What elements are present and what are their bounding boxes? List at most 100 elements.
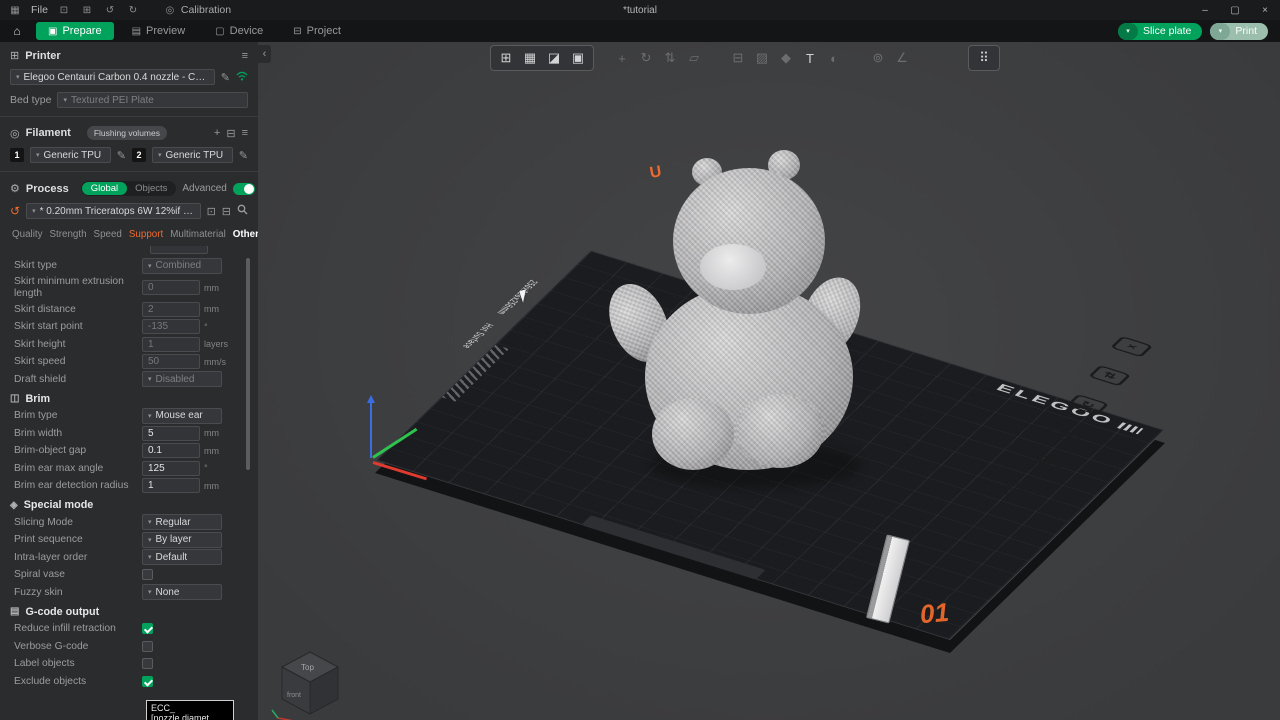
tab-others[interactable]: Others [233,229,258,240]
slice-plate-button[interactable]: ▾ Slice plate [1118,23,1202,40]
delete-preset-icon[interactable]: ⊟ [222,205,231,218]
move-icon[interactable]: + [610,47,634,69]
rotate-icon[interactable]: ↻ [634,47,658,69]
tab-support[interactable]: Support [129,229,163,240]
save-preset-icon[interactable]: ⊡ [207,205,216,218]
maximize-button[interactable]: ▢ [1220,0,1250,20]
print-button[interactable]: ▾ Print [1210,23,1268,40]
add-filament-icon[interactable]: + [214,127,220,139]
flushing-volumes-button[interactable]: Flushing volumes [87,126,167,140]
tab-preview[interactable]: ▤ Preview [120,22,198,40]
arrange-icon[interactable]: ⠿ [972,47,996,69]
calibration-menu[interactable]: ◎ Calibration [163,4,231,16]
settings-list[interactable]: Skirt type ▾ Combined Skirt minimum extr… [0,246,258,711]
tab-speed[interactable]: Speed [94,229,122,240]
home-icon[interactable]: ⌂ [4,22,30,40]
printer-title: Printer [25,50,60,62]
wifi-icon[interactable] [236,71,248,84]
print-sequence-select[interactable]: ▾ By layer [142,532,222,548]
scale-icon[interactable]: ⇅ [658,47,682,69]
reset-preset-icon[interactable]: ↺ [10,204,20,218]
skirt-start-point-input[interactable]: -135 [142,319,200,334]
advanced-toggle[interactable] [233,183,255,195]
redo-icon[interactable]: ↻ [126,5,140,16]
delete-plate-icon[interactable]: × [1110,336,1153,357]
label-objects-checkbox[interactable] [142,658,153,669]
cut-icon[interactable]: ⊟ [726,47,750,69]
skirt-type-select[interactable]: ▾ Combined [142,258,222,274]
partial-input[interactable] [150,246,208,254]
sidebar-collapse-handle[interactable]: ‹ [258,45,271,63]
chevron-down-icon: ▾ [36,151,40,159]
skirt-distance-input[interactable]: 2 [142,302,200,317]
brim-width-input[interactable]: 5 [142,426,200,441]
fuzzy-skin-select[interactable]: ▾ None [142,584,222,600]
slicing-mode-select[interactable]: ▾ Regular [142,514,222,530]
undo-icon[interactable]: ↺ [103,5,117,16]
filament-1-select[interactable]: ▾ Generic TPU [30,147,111,163]
add-primitive-icon[interactable]: ⊞ [494,47,518,69]
edit-printer-icon[interactable]: ✎ [221,71,230,84]
filament-settings-icon[interactable]: ≡ [242,127,248,139]
tab-project[interactable]: ⊟ Project [281,22,353,40]
setting-row-skirt-min-extrusion: Skirt minimum extrusion length 0 mm [0,275,258,301]
edit-filament-1-icon[interactable]: ✎ [117,149,126,162]
assembly-icon[interactable]: ⊚ [866,47,890,69]
filament-slot-2[interactable]: 2 [132,148,146,162]
process-preset-select[interactable]: ▾ * 0.20mm Triceratops 6W 12%if Gyroi... [26,203,201,219]
minimize-button[interactable]: – [1190,0,1220,20]
measure-icon[interactable]: ∠ [890,47,914,69]
close-button[interactable]: × [1250,0,1280,20]
brim-ear-max-angle-input[interactable]: 125 [142,461,200,476]
skirt-speed-input[interactable]: 50 [142,354,200,369]
place-on-face-icon[interactable]: ▱ [682,47,706,69]
file-menu[interactable]: File [31,4,48,16]
tab-multimaterial[interactable]: Multimaterial [170,229,226,240]
seam-paint-icon[interactable]: ◆ [774,47,798,69]
tab-strength[interactable]: Strength [50,229,87,240]
exclude-objects-checkbox[interactable] [142,676,153,687]
reduce-infill-retraction-checkbox[interactable] [142,623,153,634]
print-options-dropdown[interactable]: ▾ [1210,23,1230,40]
auto-orient-icon[interactable]: ◪ [542,47,566,69]
open-icon[interactable]: ⊞ [80,5,94,16]
unit-label: layers [200,339,240,349]
setting-row-brim-ear-max-angle: Brim ear max angle 125 ° [0,460,258,478]
add-plate-icon[interactable]: ▦ [518,47,542,69]
printer-settings-icon[interactable]: ≡ [242,50,248,62]
slice-options-dropdown[interactable]: ▾ [1118,23,1138,40]
bed-type-select[interactable]: ▾ Textured PEI Plate [57,92,248,108]
sidebar-scrollbar[interactable] [246,258,250,470]
scope-objects-button[interactable]: Objects [127,183,175,194]
split-to-objects-icon[interactable]: ▣ [566,47,590,69]
skirt-min-extrusion-input[interactable]: 0 [142,280,200,295]
support-paint-icon[interactable]: ▨ [750,47,774,69]
search-settings-icon[interactable] [237,204,248,218]
verbose-gcode-checkbox[interactable] [142,641,153,652]
tab-prepare[interactable]: ▣ Prepare [36,22,114,40]
viewport-3d[interactable]: ‹ ⊞ ▦ ◪ ▣ + ↻ ⇅ ▱ ⊟ ▨ ◆ T ◐ ⊚ ∠ ⠿ [258,42,1280,720]
edit-filament-2-icon[interactable]: ✎ [239,149,248,162]
intra-layer-order-select[interactable]: ▾ Default [142,549,222,565]
tab-device[interactable]: ▢ Device [203,22,275,40]
brim-type-select[interactable]: ▾ Mouse ear [142,408,222,424]
divider [0,116,258,117]
navigation-cube[interactable]: Top front [270,642,350,720]
remove-filament-icon[interactable]: ⊟ [226,127,235,140]
scope-global-button[interactable]: Global [82,182,127,195]
tab-quality[interactable]: Quality [12,229,43,240]
spiral-vase-checkbox[interactable] [142,569,153,580]
color-paint-icon[interactable]: ◐ [822,47,846,69]
setting-row-skirt-type: Skirt type ▾ Combined [0,257,258,275]
arrange-plate-icon[interactable]: ⇅ [1088,365,1131,386]
text-tool-icon[interactable]: T [798,47,822,69]
filament-2-select[interactable]: ▾ Generic TPU [152,147,233,163]
brim-object-gap-input[interactable]: 0.1 [142,443,200,458]
printer-preset-select[interactable]: ▾ Elegoo Centauri Carbon 0.4 nozzle - Co… [10,69,215,85]
brim-ear-detection-radius-input[interactable]: 1 [142,478,200,493]
filament-slot-1[interactable]: 1 [10,148,24,162]
model-knitted-bear[interactable] [608,142,870,472]
save-icon[interactable]: ⊡ [57,5,71,16]
draft-shield-select[interactable]: ▾ Disabled [142,371,222,387]
skirt-height-input[interactable]: 1 [142,337,200,352]
